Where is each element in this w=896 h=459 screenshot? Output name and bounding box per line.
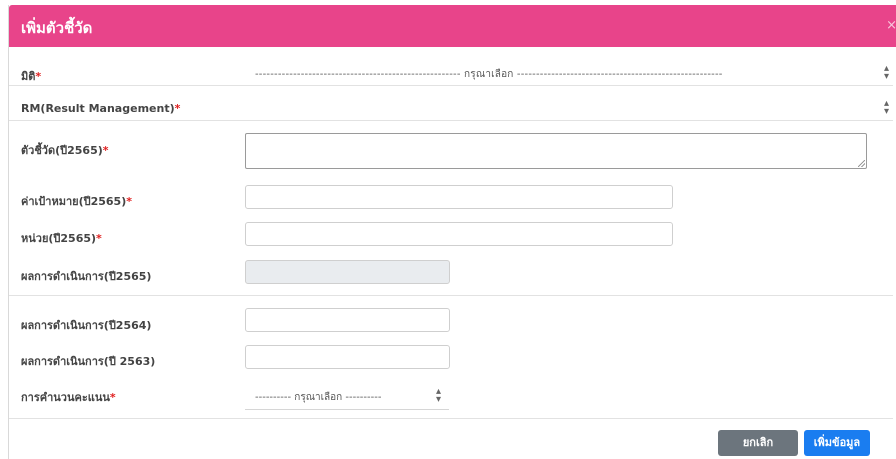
- select-underline: [245, 409, 449, 410]
- indicator-textarea[interactable]: [245, 133, 867, 169]
- scoring-select[interactable]: ---------- กรุณาเลือก ---------- ▴ ▾: [245, 386, 449, 406]
- result-2565-label: ผลการดำเนินการ(ปี2565): [21, 270, 152, 283]
- required-mark: *: [109, 391, 116, 404]
- target-input[interactable]: [245, 185, 673, 209]
- modal-title: เพิ่มตัวชี้วัด: [21, 19, 93, 37]
- footer-divider: [9, 418, 893, 419]
- target-label-text: ค่าเป้าหมาย(ปี2565): [21, 195, 127, 208]
- unit-input[interactable]: [245, 222, 673, 246]
- add-indicator-modal: เพิ่มตัวชี้วัด × มิติ* -----------------…: [8, 5, 896, 459]
- dimension-label: มิติ*: [21, 67, 41, 85]
- dimension-select[interactable]: ----------------------------------------…: [245, 63, 893, 83]
- divider: [9, 295, 893, 296]
- select-arrows-icon: ▴ ▾: [883, 63, 889, 82]
- select-arrows-icon: ▴ ▾: [435, 386, 441, 405]
- divider: [9, 120, 893, 121]
- target-label: ค่าเป้าหมาย(ปี2565)*: [21, 192, 132, 210]
- required-mark: *: [35, 70, 42, 83]
- resize-handle-icon[interactable]: [858, 160, 865, 167]
- scoring-label: การคำนวนคะแนน*: [21, 388, 116, 406]
- modal-header: เพิ่มตัวชี้วัด ×: [9, 5, 896, 47]
- close-icon[interactable]: ×: [886, 18, 896, 33]
- result-2565-input: [245, 260, 450, 284]
- dimension-label-text: มิติ: [21, 70, 36, 83]
- scoring-select-value: ---------- กรุณาเลือก ----------: [255, 392, 382, 403]
- result-2563-label: ผลการดำเนินการ(ปี 2563): [21, 355, 156, 368]
- cancel-button[interactable]: ยกเลิก: [718, 430, 798, 456]
- rm-label-text: RM(Result Management): [21, 102, 175, 115]
- divider: [9, 85, 893, 86]
- add-data-button[interactable]: เพิ่มข้อมูล: [804, 430, 870, 456]
- unit-label-text: หน่วย(ปี2565): [21, 232, 97, 245]
- indicator-label: ตัวชี้วัด(ปี2565)*: [21, 141, 109, 159]
- required-mark: *: [102, 144, 109, 157]
- required-mark: *: [126, 195, 132, 208]
- result-2563-input[interactable]: [245, 345, 450, 369]
- rm-select[interactable]: ▴ ▾: [245, 98, 893, 118]
- unit-label: หน่วย(ปี2565)*: [21, 229, 102, 247]
- select-arrows-icon: ▴ ▾: [883, 98, 889, 117]
- dimension-select-value: ----------------------------------------…: [255, 69, 723, 80]
- result-2564-input[interactable]: [245, 308, 450, 332]
- result-2564-label: ผลการดำเนินการ(ปี2564): [21, 319, 152, 332]
- indicator-label-text: ตัวชี้วัด(ปี2565): [21, 144, 103, 157]
- scoring-label-text: การคำนวนคะแนน: [21, 391, 110, 404]
- required-mark: *: [96, 232, 102, 245]
- rm-label: RM(Result Management)*: [21, 102, 180, 115]
- required-mark: *: [174, 102, 181, 115]
